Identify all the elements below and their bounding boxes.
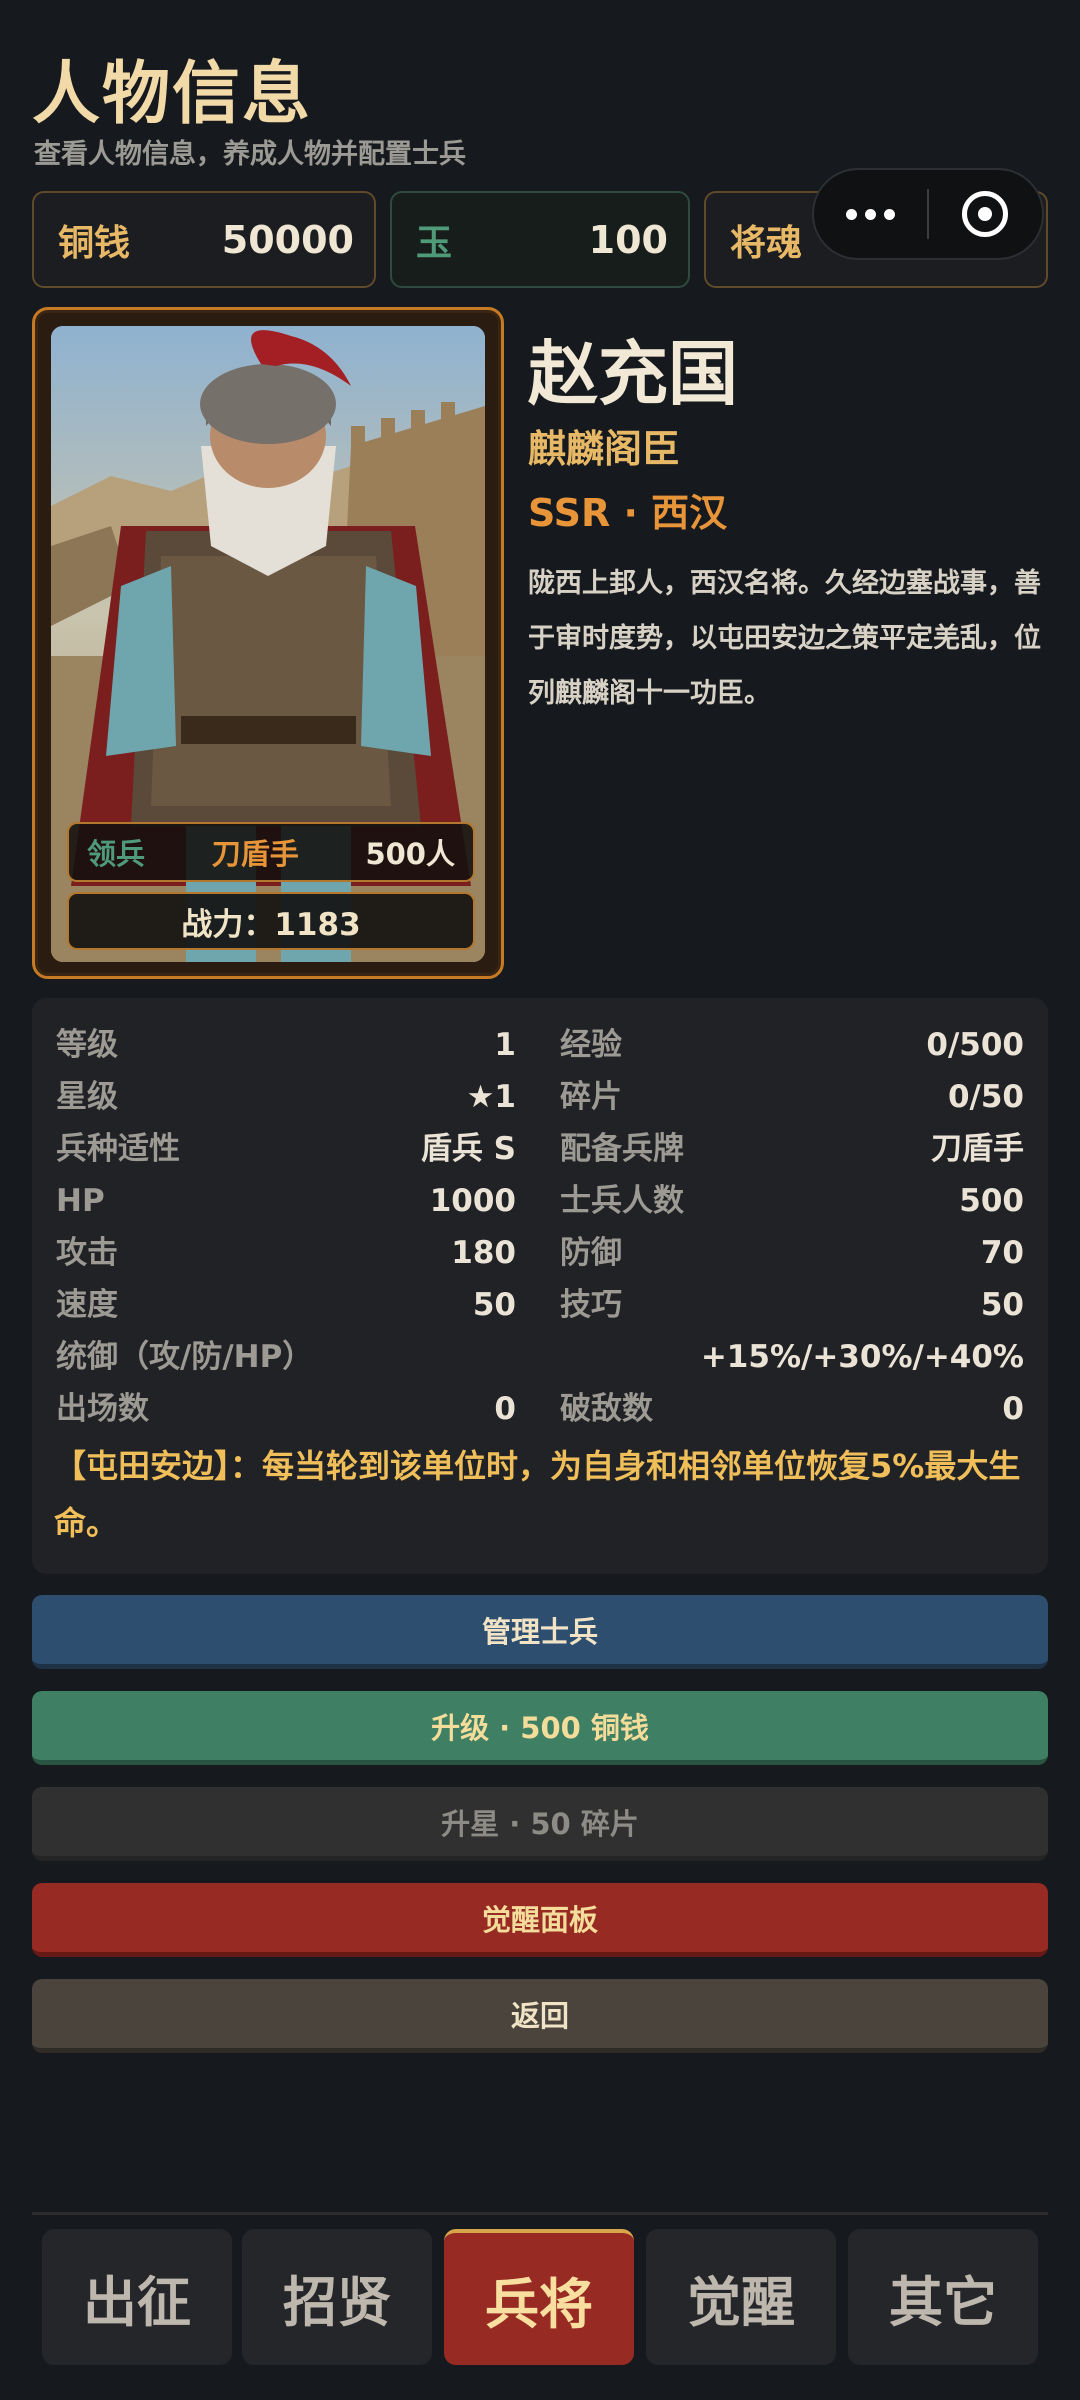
upgrade-button[interactable]: 升级 · 500 铜钱: [32, 1691, 1048, 1765]
tab-expedition[interactable]: 出征: [42, 2229, 232, 2365]
star-up-button[interactable]: 升星 · 50 碎片: [32, 1787, 1048, 1861]
stat-label: HP: [56, 1183, 105, 1219]
stat-row: HP 1000 士兵人数 500: [56, 1176, 1024, 1226]
stat-row: 出场数 0 破敌数 0: [56, 1384, 1024, 1434]
portrait-card: 领兵 刀盾手 500人 战力：1183: [32, 307, 504, 979]
awaken-panel-button[interactable]: 觉醒面板: [32, 1883, 1048, 1957]
more-dots-icon[interactable]: [814, 170, 927, 258]
tab-generals[interactable]: 兵将: [444, 2229, 634, 2365]
bottom-tab-bar: 出征 招贤 兵将 觉醒 其它: [32, 2212, 1048, 2365]
stat-value: 180: [451, 1235, 516, 1271]
stat-value: 1: [494, 1027, 516, 1063]
stat-value: 盾兵 S: [420, 1131, 516, 1167]
tab-awaken[interactable]: 觉醒: [646, 2229, 836, 2365]
stat-label: 速度: [56, 1287, 118, 1323]
stat-value: +15%/+30%/+40%: [700, 1339, 1024, 1375]
close-target-icon[interactable]: [929, 170, 1042, 258]
stat-label: 技巧: [560, 1287, 622, 1323]
stat-label: 兵种适性: [56, 1131, 180, 1167]
character-title: 麒麟阁臣: [528, 427, 681, 471]
troop-label: 领兵: [87, 837, 146, 871]
stat-label: 攻击: [56, 1235, 118, 1271]
tab-recruit[interactable]: 招贤: [242, 2229, 432, 2365]
stat-value: 500: [959, 1183, 1024, 1219]
stat-value: 50: [980, 1287, 1024, 1323]
stat-row: 兵种适性 盾兵 S 配备兵牌 刀盾手: [56, 1124, 1024, 1174]
stat-label: 破敌数: [560, 1391, 653, 1427]
stat-label: 统御（攻/防/HP）: [56, 1339, 314, 1375]
miniprogram-capsule: [812, 168, 1044, 260]
stat-label: 士兵人数: [560, 1183, 684, 1219]
stat-value: 0: [1002, 1391, 1024, 1427]
stat-value: 0: [494, 1391, 516, 1427]
stat-row: 星级 ★1 碎片 0/50: [56, 1072, 1024, 1122]
stat-value: 0/500: [926, 1027, 1024, 1063]
currency-label: 玉: [416, 222, 453, 264]
stat-value: 50: [472, 1287, 516, 1323]
page-title: 人物信息: [32, 55, 313, 134]
stat-value: 0/50: [947, 1079, 1024, 1115]
stat-row: 等级 1 经验 0/500: [56, 1020, 1024, 1070]
stat-label: 等级: [56, 1027, 118, 1063]
stat-label: 配备兵牌: [560, 1131, 684, 1167]
page-subtitle: 查看人物信息，养成人物并配置士兵: [34, 139, 466, 170]
troop-count: 500人: [365, 837, 455, 871]
stat-label: 防御: [560, 1235, 622, 1271]
stat-label: 经验: [560, 1027, 622, 1063]
stat-label: 出场数: [56, 1391, 149, 1427]
back-button[interactable]: 返回: [32, 1979, 1048, 2053]
skill-description: 【屯田安边】：每当轮到该单位时，为自身和相邻单位恢复5%最大生命。: [54, 1447, 1021, 1542]
stat-row: 攻击 180 防御 70: [56, 1228, 1024, 1278]
currency-jade: 玉 100: [390, 191, 690, 288]
troop-type: 刀盾手: [211, 837, 299, 871]
troop-info-bar: 领兵 刀盾手 500人: [67, 822, 475, 882]
stat-label: 碎片: [560, 1079, 622, 1115]
stat-row: 统御（攻/防/HP） +15%/+30%/+40%: [56, 1332, 1024, 1382]
stat-value: 刀盾手: [931, 1131, 1024, 1167]
stat-label: 星级: [56, 1079, 118, 1115]
page-root: { "header": { "title": "人物信息", "subtitle…: [0, 0, 1080, 2400]
currency-value: 50000: [221, 217, 354, 262]
stat-value: 1000: [429, 1183, 516, 1219]
character-name: 赵充国: [528, 333, 738, 415]
stats-panel: 等级 1 经验 0/500 星级 ★1 碎片 0/50 兵种适性 盾兵 S 配备…: [32, 998, 1048, 1574]
currency-label: 铜钱: [58, 222, 131, 264]
currency-label: 将魂: [730, 222, 803, 264]
combat-power: 战力：1183: [67, 892, 475, 950]
tab-other[interactable]: 其它: [848, 2229, 1038, 2365]
character-rarity: SSR · 西汉: [528, 491, 728, 535]
stat-value: ★1: [466, 1079, 516, 1115]
currency-copper: 铜钱 50000: [32, 191, 376, 288]
stat-row: 速度 50 技巧 50: [56, 1280, 1024, 1330]
character-description: 陇西上邽人，西汉名将。久经边塞战事，善于审时度势，以屯田安边之策平定羌乱，位列麒…: [528, 568, 1041, 709]
stat-value: 70: [980, 1235, 1024, 1271]
manage-soldiers-button[interactable]: 管理士兵: [32, 1595, 1048, 1669]
currency-value: 100: [588, 217, 668, 262]
